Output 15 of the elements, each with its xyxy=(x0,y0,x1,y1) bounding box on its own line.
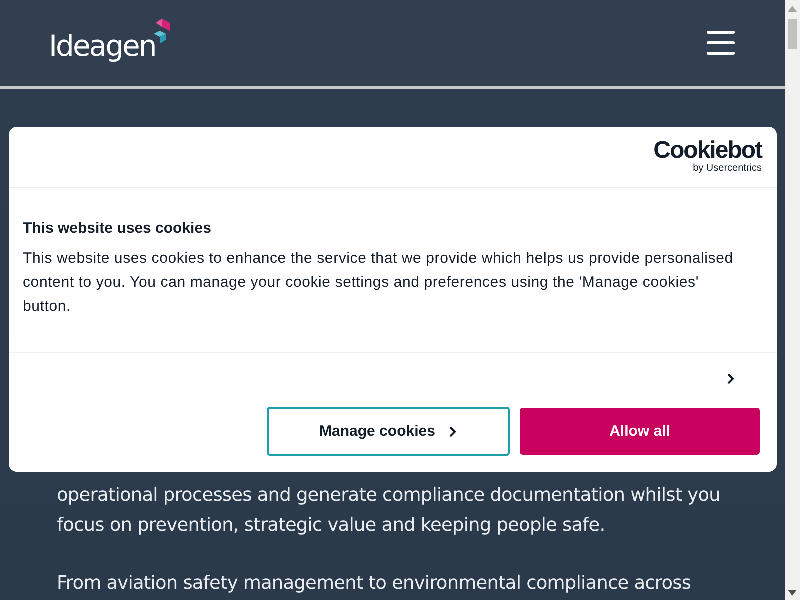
brand-logo: Cookiebot xyxy=(654,139,762,163)
chevron-right-icon xyxy=(449,426,458,438)
scrollbar[interactable] xyxy=(785,0,800,600)
manage-cookies-button[interactable]: Manage cookies xyxy=(267,407,510,456)
allow-all-button[interactable]: Allow all xyxy=(520,408,760,455)
chevron-right-icon[interactable] xyxy=(727,373,735,385)
dialog-title: This website uses cookies xyxy=(23,220,212,237)
scroll-down-icon[interactable] xyxy=(788,590,797,596)
brand-tagline: by Usercentrics xyxy=(693,163,762,175)
body-paragraph: operational processes and generate compliance documentation whilst you focus on prevention, strategic value and keeping people safe. xyxy=(57,484,722,538)
scrollbar-thumb[interactable] xyxy=(788,19,797,49)
dialog-text: This website uses cookies to enhance the service that we provide which helps us provide personalised content to you. You can manage your cookie settings and preferences using the 'Manage cookies' button. xyxy=(23,249,734,317)
logo-text[interactable]: Ideagen xyxy=(49,29,156,63)
body-paragraph: From aviation safety management to environmental compliance across xyxy=(57,572,692,596)
menu-icon[interactable] xyxy=(707,30,735,56)
